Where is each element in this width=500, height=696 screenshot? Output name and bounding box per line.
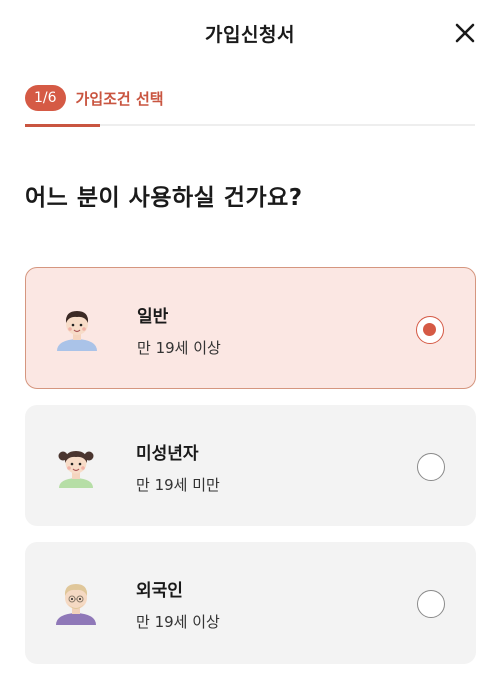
option-title: 미성년자	[136, 444, 199, 464]
header: 가입신청서	[0, 0, 500, 66]
option-adult[interactable]: 일반 만 19세 이상	[25, 267, 476, 389]
close-icon[interactable]	[454, 22, 476, 44]
progress-step: 1/6 가입조건 선택	[25, 84, 164, 112]
child-avatar-icon	[51, 441, 101, 491]
radio-selected[interactable]	[416, 316, 444, 344]
step-badge: 1/6	[25, 85, 66, 111]
foreigner-avatar-icon	[51, 578, 101, 628]
step-label: 가입조건 선택	[75, 89, 164, 108]
option-title: 일반	[137, 307, 169, 327]
adult-avatar-icon	[52, 304, 102, 354]
radio-dot	[423, 323, 436, 336]
progress-bar-fill	[25, 124, 100, 127]
option-description: 만 19세 미만	[136, 476, 220, 494]
page-title: 가입신청서	[205, 24, 295, 46]
option-minor[interactable]: 미성년자 만 19세 미만	[25, 405, 476, 526]
radio-unselected[interactable]	[417, 453, 445, 481]
option-description: 만 19세 이상	[137, 339, 221, 357]
radio-unselected[interactable]	[417, 590, 445, 618]
option-foreigner[interactable]: 외국인 만 19세 이상	[25, 542, 476, 664]
question-heading: 어느 분이 사용하실 건가요?	[25, 185, 303, 211]
option-title: 외국인	[136, 581, 183, 601]
option-description: 만 19세 이상	[136, 613, 220, 631]
